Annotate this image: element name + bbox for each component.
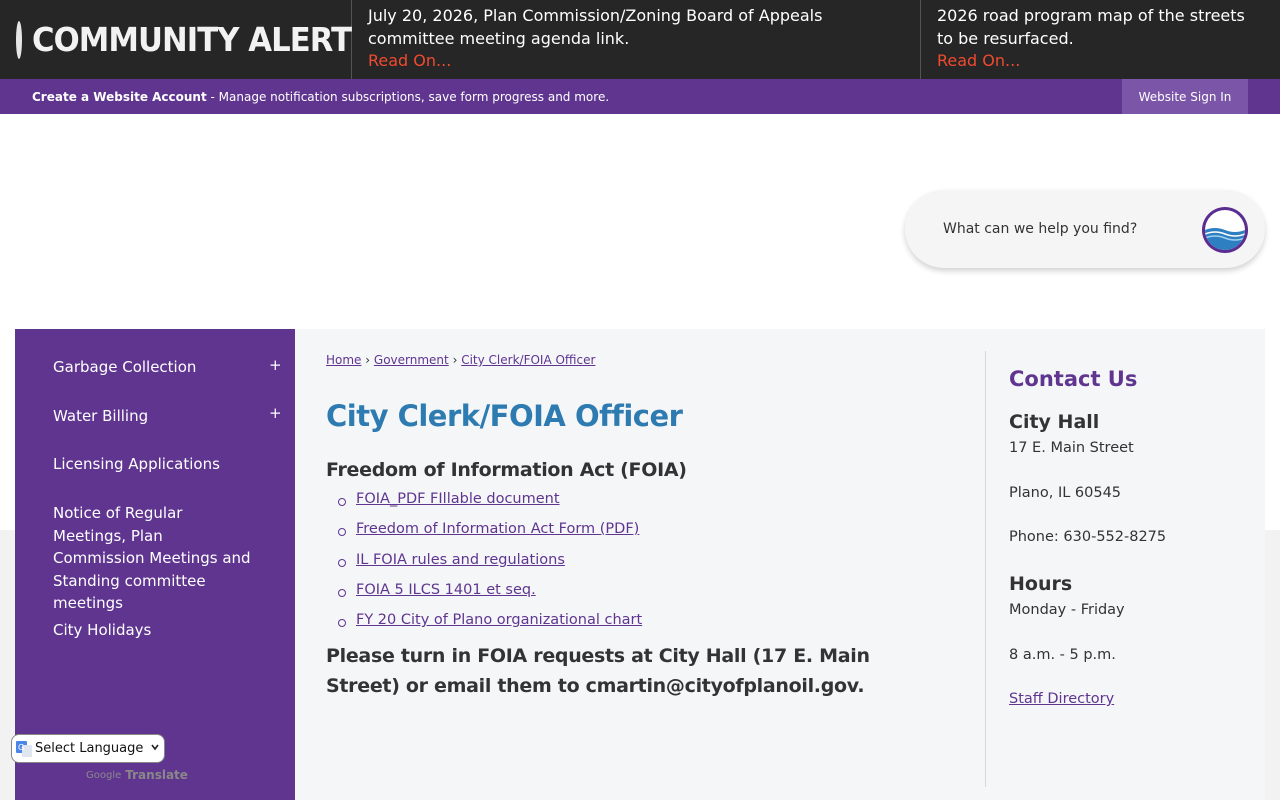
- create-account-link[interactable]: Create a Website Account: [32, 90, 207, 104]
- alert-item[interactable]: July 20, 2026, Plan Commission/Zoning Bo…: [352, 0, 921, 79]
- alert-title: COMMUNITY ALERT: [32, 20, 352, 59]
- powered-by-google: Google Translate: [86, 768, 188, 782]
- document-link-list: FOIA_PDF FIllable document Freedom of In…: [326, 491, 642, 642]
- breadcrumb-government[interactable]: Government: [374, 353, 449, 367]
- breadcrumb: Home › Government › City Clerk/FOIA Offi…: [326, 353, 595, 367]
- staff-directory-link[interactable]: Staff Directory: [1009, 691, 1114, 707]
- hours-days: Monday - Friday: [1009, 602, 1125, 618]
- alert-item-text[interactable]: July 20, 2026, Plan Commission/Zoning Bo…: [368, 6, 822, 48]
- account-description: - Manage notification subscriptions, sav…: [206, 89, 610, 104]
- foia-pdf-fillable-link[interactable]: FOIA_PDF FIllable document: [356, 491, 560, 507]
- list-item: FOIA 5 ILCS 1401 et seq.: [326, 582, 642, 612]
- alert-read-on-link[interactable]: Read On...: [937, 50, 1264, 73]
- hours-time: 8 a.m. - 5 p.m.: [1009, 647, 1116, 663]
- alert-item-text[interactable]: 2026 road program map of the streets to …: [937, 6, 1245, 48]
- chevron-down-icon[interactable]: [151, 743, 159, 751]
- foia-submission-note: Please turn in FOIA requests at City Hal…: [326, 645, 870, 697]
- account-message: Create a Website Account - Manage notifi…: [0, 90, 609, 104]
- main-content: Home › Government › City Clerk/FOIA Offi…: [295, 329, 1265, 800]
- contact-office-name: City Hall: [1009, 411, 1100, 433]
- contact-us-heading: Contact Us: [1009, 367, 1138, 391]
- alert-item[interactable]: 2026 road program map of the streets to …: [921, 0, 1280, 79]
- contact-address-line2: Plano, IL 60545: [1009, 485, 1122, 501]
- search-input[interactable]: What can we help you find?: [943, 221, 1137, 237]
- alert-brand[interactable]: COMMUNITY ALERT: [0, 0, 352, 79]
- contact-phone: Phone: 630-552-8275: [1009, 529, 1167, 545]
- google-logo-text: Google: [86, 769, 122, 781]
- account-bar: Create a Website Account - Manage notifi…: [0, 79, 1280, 114]
- expand-plus-icon[interactable]: +: [269, 404, 282, 422]
- expand-plus-icon[interactable]: +: [269, 356, 282, 374]
- sidebar-item-city-holidays[interactable]: City Holidays: [53, 619, 253, 642]
- svg-text:G: G: [18, 743, 24, 752]
- section-heading: Freedom of Information Act (FOIA): [326, 459, 687, 481]
- sidebar-item-water-billing[interactable]: Water Billing: [53, 405, 253, 428]
- translate-link[interactable]: Translate: [125, 768, 188, 782]
- breadcrumb-home[interactable]: Home: [326, 353, 361, 367]
- language-select[interactable]: G Select Language: [11, 734, 165, 763]
- alert-beacon-icon: [16, 20, 22, 59]
- list-item: FY 20 City of Plano organizational chart: [326, 612, 642, 642]
- breadcrumb-separator: ›: [365, 353, 371, 367]
- il-foia-rules-link[interactable]: IL FOIA rules and regulations: [356, 552, 565, 568]
- sidebar-item-licensing-applications[interactable]: Licensing Applications: [53, 453, 253, 476]
- google-translate-icon: G: [16, 740, 32, 757]
- list-item: FOIA_PDF FIllable document: [326, 491, 642, 521]
- sidebar-nav: Garbage Collection + Water Billing + Lic…: [15, 329, 295, 800]
- column-divider: [985, 351, 986, 787]
- list-item: Freedom of Information Act Form (PDF): [326, 521, 642, 551]
- sidebar-item-meeting-notices[interactable]: Notice of Regular Meetings, Plan Commiss…: [53, 502, 253, 615]
- org-chart-link[interactable]: FY 20 City of Plano organizational chart: [356, 612, 642, 628]
- foia-form-pdf-link[interactable]: Freedom of Information Act Form (PDF): [356, 521, 639, 537]
- list-item: IL FOIA rules and regulations: [326, 552, 642, 582]
- community-alert-bar: COMMUNITY ALERT July 20, 2026, Plan Comm…: [0, 0, 1280, 79]
- website-sign-in-button[interactable]: Website Sign In: [1122, 79, 1248, 114]
- alert-read-on-link[interactable]: Read On...: [368, 50, 904, 73]
- page-title: City Clerk/FOIA Officer: [326, 399, 683, 433]
- search-icon[interactable]: [1202, 207, 1248, 253]
- foia-ilcs-link[interactable]: FOIA 5 ILCS 1401 et seq.: [356, 582, 536, 598]
- sidebar-item-garbage-collection[interactable]: Garbage Collection: [53, 356, 253, 379]
- breadcrumb-separator: ›: [452, 353, 458, 367]
- search-box[interactable]: What can we help you find?: [905, 190, 1265, 268]
- breadcrumb-current[interactable]: City Clerk/FOIA Officer: [461, 353, 595, 367]
- language-select-label[interactable]: Select Language: [35, 741, 143, 756]
- hours-heading: Hours: [1009, 573, 1073, 595]
- contact-address-line1: 17 E. Main Street: [1009, 440, 1134, 456]
